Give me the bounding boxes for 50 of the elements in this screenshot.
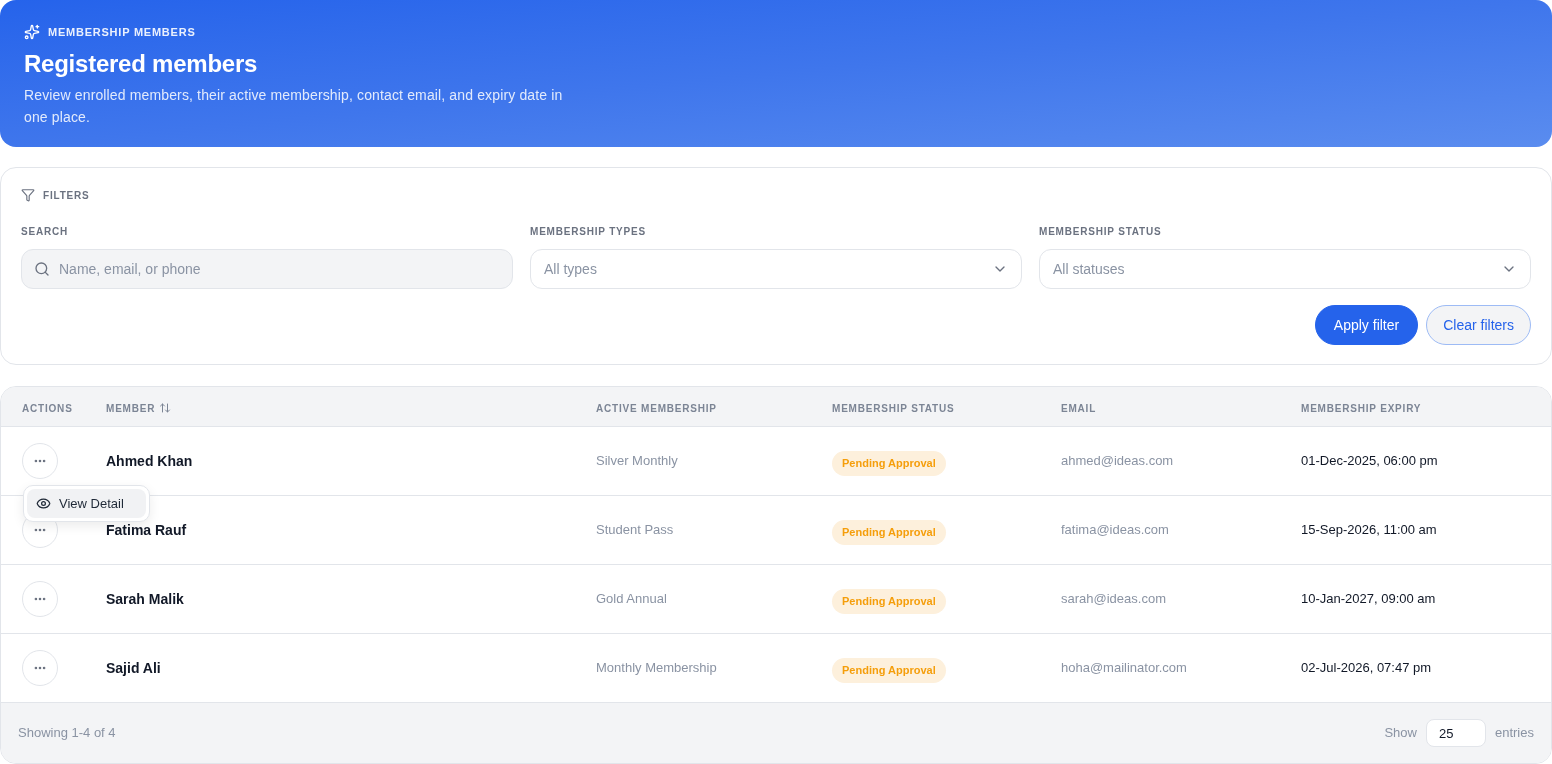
status-badge: Pending Approval: [832, 658, 946, 683]
column-header: ACTIONS: [22, 402, 73, 414]
member-email: ahmed@ideas.com: [1061, 453, 1174, 468]
page-title: Registered members: [24, 48, 259, 79]
field-label: SEARCH: [21, 226, 70, 238]
expiry-date: 15-Sep-2026, 11:00 am: [1301, 522, 1437, 537]
column-header: MEMBERSHIP STATUS: [832, 402, 955, 414]
column-header: ACTIVE MEMBERSHIP: [596, 402, 717, 414]
expiry-date: 10-Jan-2027, 09:00 am: [1301, 591, 1436, 606]
entries-label: entries: [1494, 724, 1534, 743]
member-email: sarah@ideas.com: [1061, 591, 1166, 606]
eyebrow-label: MEMBERSHIP MEMBERS: [48, 25, 196, 40]
search-field[interactable]: Name, email, or phone: [21, 249, 513, 289]
more-actions-button[interactable]: [22, 443, 58, 479]
membership-name: Silver Monthly: [596, 453, 678, 468]
member-email: fatima@ideas.com: [1061, 522, 1169, 537]
more-actions-button[interactable]: [22, 650, 58, 686]
membership-name: Monthly Membership: [596, 660, 717, 675]
status-badge: Pending Approval: [832, 589, 946, 614]
member-name: Sarah Malik: [106, 591, 184, 607]
expiry-date: 02-Jul-2026, 07:47 pm: [1301, 660, 1432, 675]
status-badge: Pending Approval: [832, 520, 946, 545]
expiry-date: 01-Dec-2025, 06:00 pm: [1301, 453, 1438, 468]
status-badge: Pending Approval: [832, 451, 946, 476]
sortable-column-header[interactable]: MEMBER: [106, 400, 172, 416]
apply-filter-button[interactable]: Apply filter: [1314, 305, 1419, 345]
filter-icon: [21, 188, 35, 202]
filters-heading: FILTERS: [43, 188, 90, 203]
member-name: Sajid Ali: [106, 660, 161, 676]
field-label: MEMBERSHIP TYPES: [530, 226, 647, 238]
column-header: MEMBERSHIP EXPIRY: [1301, 402, 1422, 414]
show-label: Show: [1384, 724, 1417, 743]
more-actions-button[interactable]: [22, 581, 58, 617]
field-label: MEMBERSHIP STATUS: [1039, 226, 1163, 238]
eye-icon: [36, 496, 51, 511]
member-name: Fatima Rauf: [106, 522, 187, 538]
page-description: Review enrolled members, their active membership, contact email, and expiry date in one place.: [24, 85, 564, 127]
member-email: hoha@mailinator.com: [1061, 660, 1187, 675]
membership-name: Student Pass: [596, 522, 674, 537]
search-icon: [34, 261, 50, 277]
clear-filters-button[interactable]: Clear filters: [1426, 305, 1531, 345]
member-name: Ahmed Khan: [106, 453, 193, 469]
dropdown-select[interactable]: All types: [530, 249, 1022, 289]
dropdown-select[interactable]: All statuses: [1039, 249, 1531, 289]
column-header: EMAIL: [1061, 402, 1097, 414]
pagination-summary: Showing 1-4 of 4: [18, 724, 116, 743]
page-size-field[interactable]: 25: [1425, 719, 1486, 747]
view-detail-menu-item[interactable]: View Detail: [27, 489, 146, 518]
sparkles-icon: [24, 24, 40, 41]
membership-name: Gold Annual: [596, 591, 667, 606]
